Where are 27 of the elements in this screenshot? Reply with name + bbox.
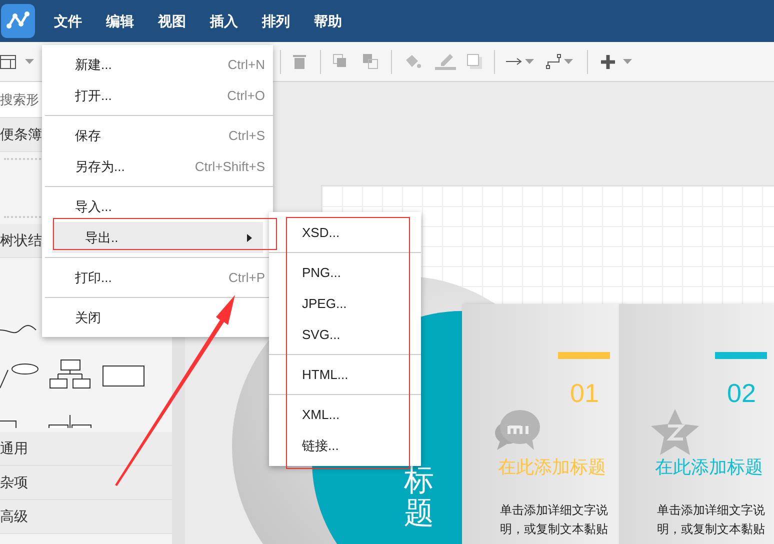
card-title: 在此添加标题 bbox=[498, 456, 606, 479]
menu-item-label: SVG... bbox=[302, 326, 342, 344]
menu-item-label: 另存为... bbox=[75, 158, 126, 176]
menu-item-label: 导出.. bbox=[85, 228, 120, 247]
menu-item-label: 打开... bbox=[75, 86, 113, 105]
menu-item-label: XSD... bbox=[302, 224, 341, 242]
shortcut-text: Ctrl+S bbox=[228, 126, 265, 145]
menu-item-label: 保存 bbox=[75, 126, 102, 145]
menu-item-label: 打印... bbox=[75, 268, 113, 287]
shortcut-text: Ctrl+P bbox=[228, 268, 265, 287]
vertical-title: 标题 bbox=[404, 464, 434, 530]
menu-item-label: 链接... bbox=[302, 436, 340, 455]
shortcut-text: Ctrl+O bbox=[227, 86, 265, 105]
card-description: 单击添加详细文字说明，或复制文本黏贴 bbox=[657, 502, 766, 538]
menu-item-label: 新建... bbox=[75, 56, 113, 74]
card-number: 01 bbox=[570, 377, 599, 410]
menu-item-label: PNG... bbox=[302, 264, 342, 282]
menu-item-label: 导入... bbox=[75, 198, 113, 216]
menu-item-label: JPEG... bbox=[302, 294, 348, 313]
shortcut-text: Ctrl+Shift+S bbox=[194, 158, 265, 176]
card-description: 单击添加详细文字说明，或复制文本黏贴 bbox=[500, 502, 609, 538]
menu-item-label: XML... bbox=[302, 406, 341, 424]
card-number: 02 bbox=[727, 377, 756, 410]
shortcut-text: Ctrl+N bbox=[228, 56, 265, 74]
card-title: 在此添加标题 bbox=[655, 456, 763, 479]
menu-item-label: 关闭 bbox=[75, 308, 102, 327]
menu-item-label: HTML... bbox=[302, 366, 350, 384]
